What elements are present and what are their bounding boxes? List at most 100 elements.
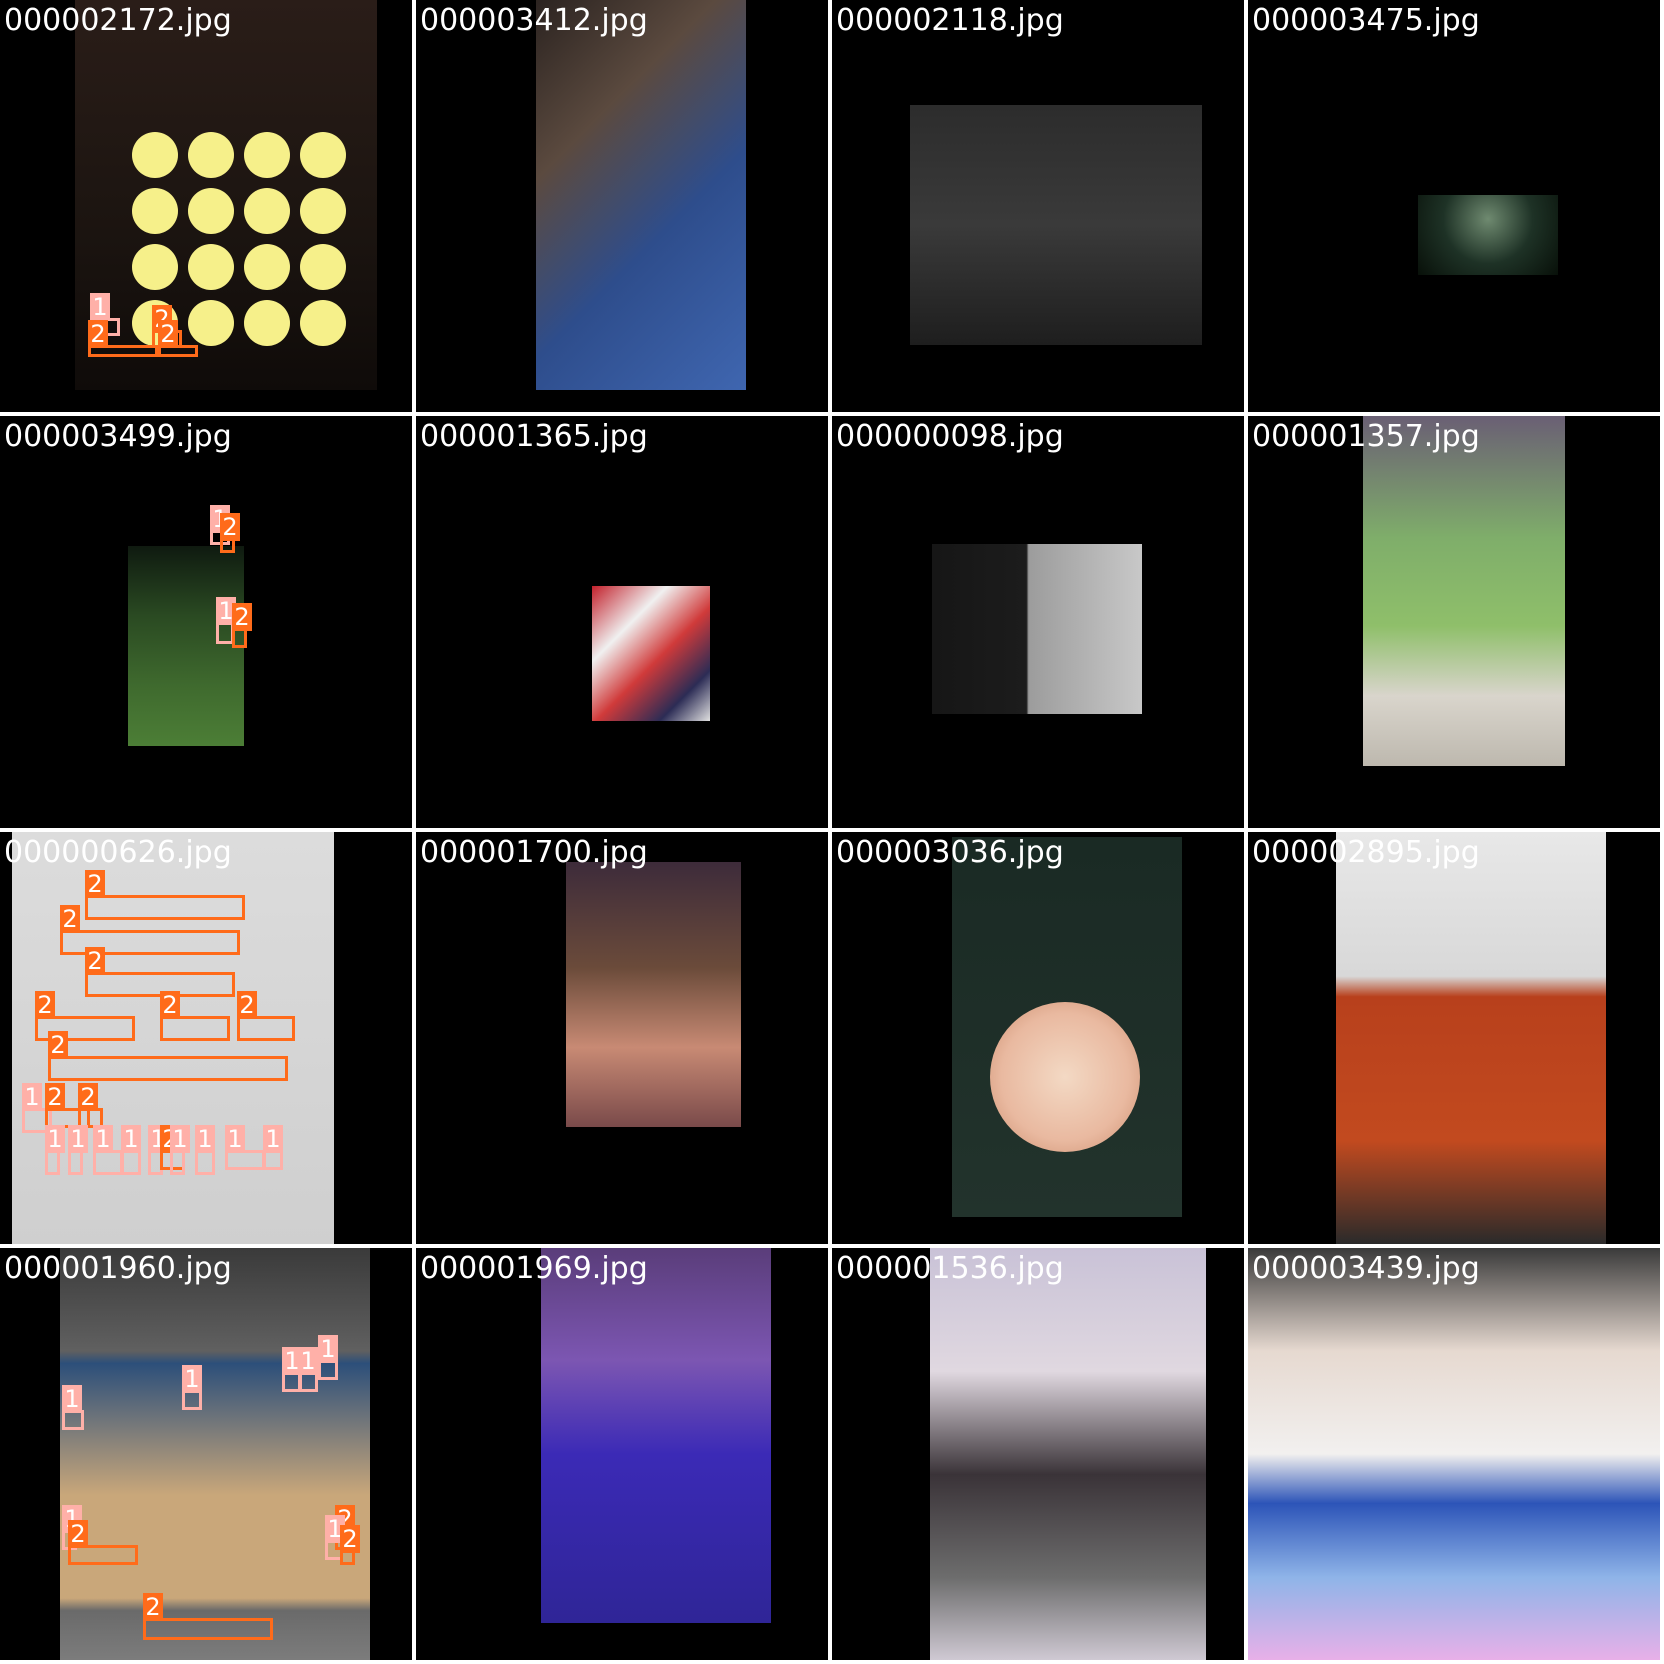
image-filename: 000001357.jpg	[1252, 419, 1480, 454]
yellow-dot	[244, 132, 290, 178]
photo-person-drink	[536, 0, 746, 390]
image-filename: 000001969.jpg	[420, 1251, 648, 1286]
class-label: 1	[93, 1125, 113, 1153]
detection-grid: 000002172.jpg1222000003412.jpg0121220000…	[0, 0, 1664, 1664]
class-label: 2	[78, 1083, 98, 1111]
class-label: 1	[182, 1365, 202, 1393]
detection-box: 1	[68, 1125, 88, 1175]
class-label: 2	[160, 991, 180, 1019]
detection-box: 1	[298, 1347, 318, 1392]
yellow-dot	[300, 188, 346, 234]
image-tile: 000001365.jpg2000021100000002	[416, 416, 828, 828]
detection-box: 1	[225, 1125, 265, 1170]
photo-video-call	[932, 544, 1142, 714]
detection-box: 2	[237, 991, 295, 1041]
class-label: 2	[85, 870, 105, 898]
detection-box: 2	[88, 320, 158, 357]
image-tile: 000002172.jpg 1 2 2 2	[0, 0, 412, 412]
class-label: 1	[225, 1125, 245, 1153]
detection-box: 1	[195, 1125, 215, 1175]
class-label: 1	[298, 1347, 318, 1375]
class-label: 2	[48, 1031, 68, 1059]
class-label: 1	[68, 1125, 88, 1153]
photo-stream	[1248, 1248, 1660, 1660]
yellow-dot	[244, 244, 290, 290]
image-tile: 000000626.jpg22222221221111121111	[0, 832, 412, 1244]
class-label: 2	[232, 603, 252, 631]
yellow-dot	[188, 188, 234, 234]
class-label: 2	[45, 1083, 65, 1111]
detection-box: 1	[62, 1385, 84, 1430]
class-label: 2	[158, 320, 178, 348]
photo-printer	[1336, 832, 1606, 1244]
photo-party	[930, 1248, 1206, 1660]
detection-box: 1	[93, 1125, 123, 1175]
class-label: 2	[60, 905, 80, 933]
yellow-dot	[132, 244, 178, 290]
image-filename: 000001700.jpg	[420, 835, 648, 870]
class-label: 1	[121, 1125, 141, 1153]
class-label: 1	[22, 1083, 42, 1111]
image-filename: 000001960.jpg	[4, 1251, 232, 1286]
detection-box: 1	[45, 1125, 65, 1175]
image-filename: 000002172.jpg	[4, 3, 232, 38]
detection-box: 1	[182, 1365, 202, 1410]
image-filename: 000003439.jpg	[1252, 1251, 1480, 1286]
detection-box: 2	[143, 1593, 273, 1640]
detection-box: 1	[121, 1125, 141, 1175]
yellow-dot	[188, 300, 234, 346]
class-label: 1	[170, 1125, 190, 1153]
photo-fifa-card	[566, 862, 741, 1127]
photo-minecraft	[128, 546, 244, 746]
detection-box: 1	[318, 1335, 338, 1380]
class-label: 1	[45, 1125, 65, 1153]
class-label: 1	[195, 1125, 215, 1153]
class-label: 2	[88, 320, 108, 348]
photo-footballer	[541, 1248, 771, 1623]
photo-sticker-collage	[592, 586, 710, 721]
image-tile: 000003439.jpg0122220222	[1248, 1248, 1660, 1660]
image-tile: 000002118.jpg222222112222221022002220002…	[832, 0, 1244, 412]
yellow-dot	[188, 132, 234, 178]
image-tile: 000003412.jpg012122	[416, 0, 828, 412]
class-label: 2	[237, 991, 257, 1019]
image-filename: 000001365.jpg	[420, 419, 648, 454]
class-label: 1	[90, 293, 110, 321]
image-tile: 000001969.jpg011211212	[416, 1248, 828, 1660]
image-filename: 000003475.jpg	[1252, 3, 1480, 38]
class-label: 2	[85, 947, 105, 975]
photo-phone-screen	[910, 105, 1202, 345]
image-filename: 000002895.jpg	[1252, 835, 1480, 870]
yellow-dot	[132, 188, 178, 234]
image-filename: 000001536.jpg	[836, 1251, 1064, 1286]
class-label: 1	[62, 1385, 82, 1413]
image-filename: 000000626.jpg	[4, 835, 232, 870]
class-label: 1	[318, 1335, 338, 1363]
detection-box: 2	[340, 1525, 360, 1565]
detection-box: 2	[68, 1520, 138, 1565]
pizza-shape	[990, 1002, 1140, 1152]
class-label: 1	[263, 1125, 283, 1153]
detection-box: 1	[170, 1125, 190, 1175]
photo-basketball	[60, 1248, 370, 1660]
image-filename: 000002118.jpg	[836, 3, 1064, 38]
class-label: 2	[143, 1593, 163, 1621]
detection-box: 2	[160, 991, 230, 1041]
image-tile: 000003499.jpg1212	[0, 416, 412, 828]
detection-box: 2	[232, 603, 252, 648]
image-tile: 000003036.jpg2222221222	[832, 832, 1244, 1244]
photo-stage-lights	[1418, 195, 1558, 275]
class-label: 2	[35, 991, 55, 1019]
detection-box: 1	[263, 1125, 283, 1170]
yellow-dot	[300, 244, 346, 290]
image-filename: 000003036.jpg	[836, 835, 1064, 870]
yellow-dot	[132, 132, 178, 178]
image-tile: 000003475.jpg222112	[1248, 0, 1660, 412]
image-filename: 000000098.jpg	[836, 419, 1064, 454]
image-tile: 000001700.jpg22021222221112	[416, 832, 828, 1244]
yellow-dot	[244, 300, 290, 346]
image-tile: 000000098.jpg211122101222122	[832, 416, 1244, 828]
photo-pickle-jars	[1363, 416, 1565, 766]
yellow-dot	[188, 244, 234, 290]
class-label: 2	[340, 1525, 360, 1553]
